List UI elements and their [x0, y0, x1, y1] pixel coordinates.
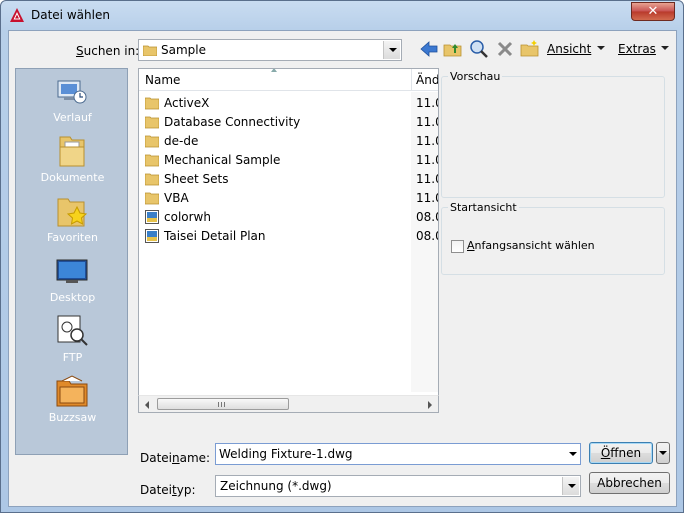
file-name: Mechanical Sample — [164, 153, 281, 167]
favorites-icon — [57, 198, 88, 227]
places-bar: Verlauf Dokumente Favoriten Desktop FTP … — [15, 68, 128, 455]
dialog-client: Suchen in: Sample Ansicht Extras Verlauf… — [8, 30, 677, 507]
file-date: 11.0 — [416, 134, 438, 148]
list-item[interactable]: VBA 11.0 — [139, 189, 438, 208]
place-desktop-label: Desktop — [49, 291, 96, 304]
initial-view-checkbox[interactable] — [451, 240, 464, 253]
chevron-down-icon — [659, 451, 667, 455]
place-favorites-label: Favoriten — [47, 231, 98, 244]
file-name: colorwh — [164, 210, 211, 224]
file-name: Database Connectivity — [164, 115, 301, 129]
column-header-modified[interactable]: Änd — [416, 73, 438, 87]
folder-icon — [145, 154, 159, 167]
file-date: 08.0 — [416, 210, 438, 224]
list-item[interactable]: colorwh 08.0 — [139, 208, 438, 227]
place-ftp-label: FTP — [62, 351, 83, 364]
delete-icon[interactable] — [495, 39, 515, 59]
file-name: ActiveX — [164, 96, 210, 110]
sort-ascending-icon — [271, 69, 277, 72]
file-list[interactable]: Name Änd ActiveX 11.0 Database Connectiv… — [138, 68, 439, 413]
place-documents[interactable]: Dokumente — [16, 131, 129, 191]
folder-icon — [145, 97, 159, 110]
list-item[interactable]: ActiveX 11.0 — [139, 94, 438, 113]
folder-icon — [145, 173, 159, 186]
history-icon — [57, 80, 87, 104]
look-in-combo[interactable]: Sample — [138, 39, 402, 61]
place-history-label: Verlauf — [53, 111, 92, 124]
search-web-icon[interactable] — [469, 39, 489, 59]
title-bar[interactable]: Datei wählen ✕ — [1, 1, 683, 29]
column-header-name[interactable]: Name — [145, 73, 180, 87]
file-date: 11.0 — [416, 191, 438, 205]
place-favorites[interactable]: Favoriten — [16, 191, 129, 251]
back-arrow-icon[interactable] — [419, 39, 439, 59]
open-button[interactable]: Öffnen — [589, 442, 653, 464]
file-name: Taisei Detail Plan — [164, 229, 266, 243]
file-date: 08.0 — [416, 229, 438, 243]
place-buzzsaw-label: Buzzsaw — [48, 411, 97, 424]
tools-dropdown-icon[interactable] — [661, 46, 669, 50]
initial-view-checkbox-label[interactable]: Anfangsansicht wählen — [467, 239, 595, 252]
place-history[interactable]: Verlauf — [16, 71, 129, 131]
filename-label: Dateiname: — [140, 451, 211, 465]
new-folder-icon[interactable] — [520, 39, 540, 59]
file-name: de-de — [164, 134, 199, 148]
autocad-logo-icon — [10, 8, 24, 22]
chevron-down-icon[interactable] — [383, 41, 400, 59]
filename-value: Welding Fixture-1.dwg — [219, 447, 353, 461]
preview-group — [441, 76, 665, 198]
file-date: 11.0 — [416, 153, 438, 167]
list-item[interactable]: Database Connectivity 11.0 — [139, 113, 438, 132]
place-documents-label: Dokumente — [40, 171, 105, 184]
filetype-label: Dateityp: — [140, 483, 196, 497]
file-name: VBA — [164, 191, 189, 205]
up-folder-icon[interactable] — [443, 39, 463, 59]
file-name: Sheet Sets — [164, 172, 229, 186]
filename-input[interactable]: Welding Fixture-1.dwg — [215, 443, 581, 465]
buzzsaw-icon — [56, 375, 88, 407]
dialog-window: Datei wählen ✕ Suchen in: Sample Ansicht… — [0, 0, 684, 513]
preview-title: Vorschau — [448, 70, 503, 83]
desktop-icon — [56, 259, 88, 283]
list-item[interactable]: Mechanical Sample 11.0 — [139, 151, 438, 170]
view-dropdown-icon[interactable] — [597, 46, 605, 50]
view-menu-button[interactable]: Ansicht — [547, 42, 591, 56]
list-item[interactable]: Taisei Detail Plan 08.0 — [139, 227, 438, 246]
open-options-button[interactable] — [656, 442, 670, 464]
place-ftp[interactable]: FTP — [16, 311, 129, 371]
look-in-value: Sample — [161, 43, 206, 57]
window-title: Datei wählen — [31, 8, 110, 22]
cancel-button[interactable]: Abbrechen — [589, 472, 670, 494]
tools-menu-button[interactable]: Extras — [618, 42, 656, 56]
look-in-label: Suchen in: — [76, 44, 140, 58]
folder-icon — [143, 45, 157, 56]
file-date: 11.0 — [416, 96, 438, 110]
dwg-file-icon — [145, 229, 159, 243]
file-list-header: Name Änd — [139, 69, 438, 91]
filetype-value: Zeichnung (*.dwg) — [220, 479, 332, 493]
scroll-right-icon[interactable] — [428, 401, 432, 409]
file-date: 11.0 — [416, 172, 438, 186]
column-separator — [411, 69, 412, 91]
list-item[interactable]: Sheet Sets 11.0 — [139, 170, 438, 189]
documents-icon — [59, 136, 85, 167]
chevron-down-icon[interactable] — [569, 452, 577, 456]
file-date: 11.0 — [416, 115, 438, 129]
place-buzzsaw[interactable]: Buzzsaw — [16, 371, 129, 431]
close-button[interactable]: ✕ — [631, 2, 675, 21]
dwg-file-icon — [145, 210, 159, 224]
list-item[interactable]: de-de 11.0 — [139, 132, 438, 151]
place-desktop[interactable]: Desktop — [16, 251, 129, 311]
ftp-icon — [57, 315, 88, 346]
chevron-down-icon[interactable] — [562, 477, 579, 495]
grip-icon — [218, 402, 227, 407]
scroll-left-icon[interactable] — [145, 401, 149, 409]
horizontal-scrollbar[interactable] — [138, 395, 439, 413]
scroll-thumb[interactable] — [157, 398, 289, 410]
initial-view-title: Startansicht — [448, 201, 519, 214]
folder-icon — [145, 192, 159, 205]
folder-icon — [145, 135, 159, 148]
filetype-select[interactable]: Zeichnung (*.dwg) — [215, 475, 581, 497]
folder-icon — [145, 116, 159, 129]
